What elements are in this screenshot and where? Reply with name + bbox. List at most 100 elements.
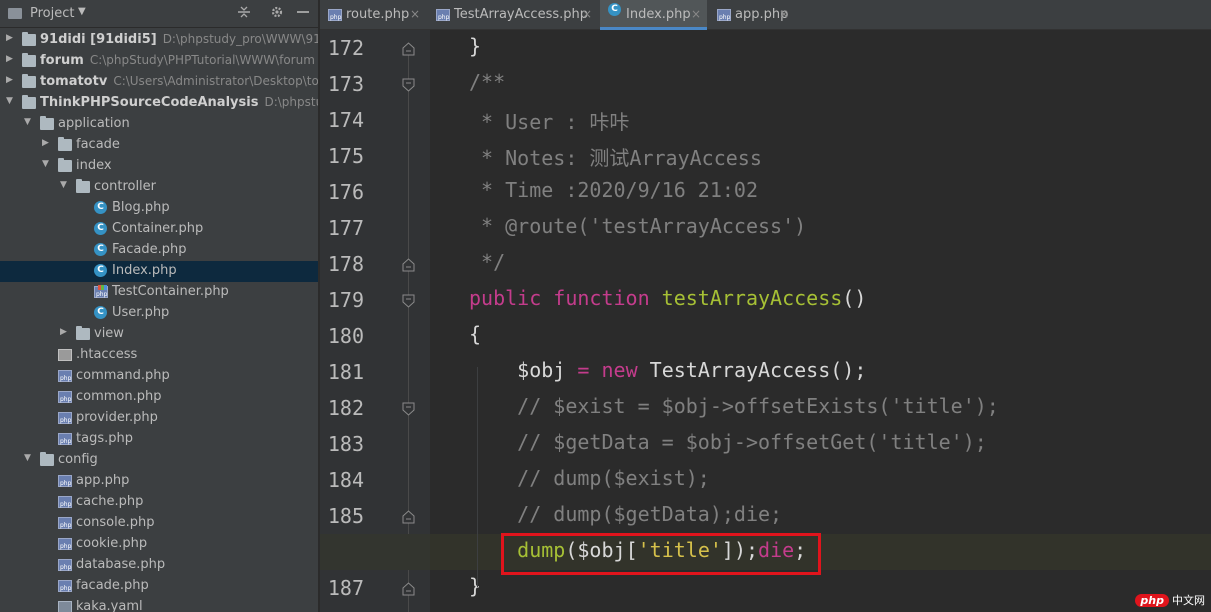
tree-item[interactable]: ▶ facade: [0, 135, 318, 156]
project-view-icon[interactable]: [8, 8, 22, 19]
code-line[interactable]: */: [320, 246, 1211, 282]
tree-item[interactable]: C Container.php: [0, 219, 318, 240]
tree-item[interactable]: ▼ ThinkPHPSourceCodeAnalysis D:\phpstudy_p…: [0, 93, 318, 114]
tree-item[interactable]: console.php: [0, 513, 318, 534]
code-line[interactable]: // dump($exist);: [320, 462, 1211, 498]
chevron-down-icon[interactable]: ▼: [42, 159, 49, 169]
code-text: // $getData = $obj->offsetGet('title');: [469, 430, 987, 454]
chevron-down-icon[interactable]: ▼: [6, 96, 13, 106]
hide-icon[interactable]: [296, 5, 310, 23]
gear-icon[interactable]: [270, 5, 284, 23]
code-line[interactable]: // $exist = $obj->offsetExists('title');: [320, 390, 1211, 426]
editor-tab-bar: route.php×TestArrayAccess.php×CIndex.php…: [320, 0, 1211, 30]
tree-item[interactable]: common.php: [0, 387, 318, 408]
chevron-down-icon[interactable]: ▼: [24, 453, 31, 463]
chevron-right-icon[interactable]: ▶: [42, 138, 49, 148]
chevron-down-icon[interactable]: ▼: [78, 6, 86, 17]
tree-item-label: command.php: [76, 368, 170, 383]
close-icon[interactable]: ×: [582, 7, 592, 21]
code-line[interactable]: // $getData = $obj->offsetGet('title');: [320, 426, 1211, 462]
code-token: function: [553, 286, 650, 310]
code-text: * @route('testArrayAccess'): [469, 214, 806, 238]
tree-item[interactable]: ▼ application: [0, 114, 318, 135]
tree-item-name: ThinkPHPSourceCodeAnalysis: [40, 95, 259, 110]
tree-item-label: forum C:\phpStudy\PHPTutorial\WWW\forum: [40, 53, 315, 68]
code-line[interactable]: {: [320, 318, 1211, 354]
tree-item[interactable]: command.php: [0, 366, 318, 387]
tree-item[interactable]: TestContainer.php: [0, 282, 318, 303]
tree-item-label: Blog.php: [112, 200, 170, 215]
code-line[interactable]: /**: [320, 66, 1211, 102]
tree-item[interactable]: ▼ index: [0, 156, 318, 177]
chevron-down-icon[interactable]: ▼: [24, 117, 31, 127]
php-file-icon: [328, 9, 342, 21]
tree-item-name: index: [76, 158, 112, 173]
chevron-right-icon[interactable]: ▶: [60, 327, 67, 337]
chevron-right-icon[interactable]: ▶: [6, 54, 13, 64]
close-icon[interactable]: ×: [691, 7, 701, 21]
tab-app[interactable]: app.php×: [709, 0, 795, 30]
code-token: {: [469, 322, 482, 346]
code-line[interactable]: * Time :2020/9/16 21:02: [320, 174, 1211, 210]
tree-item[interactable]: ▶ forum C:\phpStudy\PHPTutorial\WWW\forum: [0, 51, 318, 72]
tree-item-label: kaka.yaml: [76, 599, 143, 612]
code-editor[interactable]: 172 173 174 175 176 177 178 179 180 181 182 183 184 1…: [320, 30, 1211, 612]
code-line[interactable]: $obj = new TestArrayAccess();: [320, 354, 1211, 390]
project-panel-title[interactable]: Project: [30, 6, 74, 21]
php-file-icon: [58, 433, 72, 445]
tree-item-name: Container.php: [112, 221, 204, 236]
class-file-icon: C: [94, 243, 107, 256]
tree-item-label: view: [94, 326, 124, 341]
tree-item[interactable]: ▼ config: [0, 450, 318, 471]
code-text: * User : 咔咔: [469, 106, 629, 135]
code-text: // dump($getData);die;: [469, 502, 782, 526]
code-line[interactable]: public function testArrayAccess(): [320, 282, 1211, 318]
tree-item-label: tags.php: [76, 431, 133, 446]
php-file-icon: [58, 496, 72, 508]
chevron-right-icon[interactable]: ▶: [6, 33, 13, 43]
tree-item[interactable]: tags.php: [0, 429, 318, 450]
tree-item[interactable]: kaka.yaml: [0, 597, 318, 612]
tree-item[interactable]: ▶ 91didi [91didi5] D:\phpstudy_pro\WWW\91d…: [0, 30, 318, 51]
tree-item[interactable]: database.php: [0, 555, 318, 576]
tree-item[interactable]: C Blog.php: [0, 198, 318, 219]
chevron-down-icon[interactable]: ▼: [60, 180, 67, 190]
tab-index[interactable]: C Index.php ×: [600, 0, 707, 30]
code-token: }: [469, 34, 482, 58]
tab-route[interactable]: route.php×: [320, 0, 426, 30]
code-line[interactable]: // dump($getData);die;: [320, 498, 1211, 534]
tree-item[interactable]: app.php: [0, 471, 318, 492]
folder-icon: [58, 137, 72, 151]
close-icon[interactable]: ×: [779, 7, 789, 21]
code-line[interactable]: * @route('testArrayAccess'): [320, 210, 1211, 246]
code-token: testArrayAccess: [661, 286, 843, 310]
tree-item[interactable]: cache.php: [0, 492, 318, 513]
tree-item-label: Container.php: [112, 221, 203, 236]
tree-item[interactable]: facade.php: [0, 576, 318, 597]
collapse-icon[interactable]: [237, 5, 251, 23]
tree-item[interactable]: C Facade.php: [0, 240, 318, 261]
tree-item[interactable]: ▼ controller: [0, 177, 318, 198]
folder-icon: [22, 74, 36, 88]
tree-item[interactable]: cookie.php: [0, 534, 318, 555]
tree-item-name: Facade.php: [112, 242, 187, 257]
tree-item-label: application: [58, 116, 130, 131]
tree-item-label: facade.php: [76, 578, 149, 593]
close-icon[interactable]: ×: [410, 7, 420, 21]
chevron-right-icon[interactable]: ▶: [6, 75, 13, 85]
code-line[interactable]: }: [320, 30, 1211, 66]
tree-item[interactable]: ▶ view: [0, 324, 318, 345]
tree-item-path: C:\Users\Administrator\Desktop\tomatotv: [113, 74, 318, 88]
tree-item[interactable]: .htaccess: [0, 345, 318, 366]
tree-item[interactable]: C User.php: [0, 303, 318, 324]
tab-testarrayaccess[interactable]: TestArrayAccess.php×: [428, 0, 598, 30]
yaml-file-icon: [58, 601, 72, 612]
code-line[interactable]: }: [320, 570, 1211, 606]
tree-item[interactable]: C Index.php: [0, 261, 318, 282]
tree-item[interactable]: ▶ tomatotv C:\Users\Administrator\Desktop\…: [0, 72, 318, 93]
code-line[interactable]: * User : 咔咔: [320, 102, 1211, 138]
text-file-icon: [58, 349, 72, 361]
tree-item[interactable]: provider.php: [0, 408, 318, 429]
code-line[interactable]: * Notes: 测试ArrayAccess: [320, 138, 1211, 174]
